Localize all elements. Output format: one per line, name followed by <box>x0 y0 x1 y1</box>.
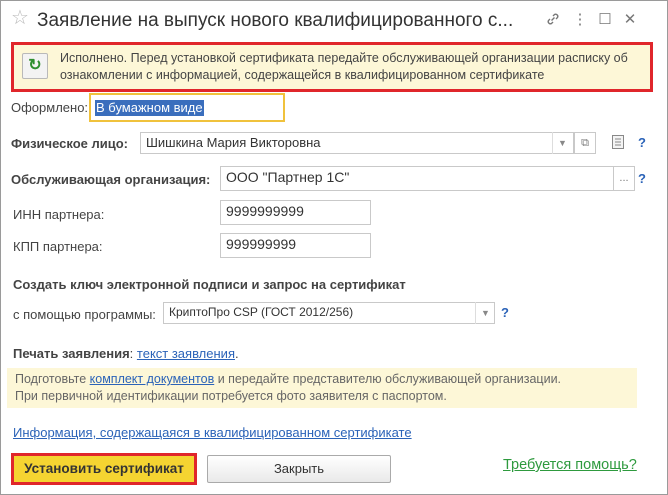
org-select-button[interactable]: ... <box>613 166 635 191</box>
program-value: КриптоПро CSP (ГОСТ 2012/256) <box>169 305 354 319</box>
org-value: ООО "Партнер 1С" <box>226 169 350 185</box>
note-line-1: Подготовьте комплект документов и переда… <box>15 371 637 388</box>
need-help-link[interactable]: Требуется помощь? <box>503 457 637 473</box>
chevron-down-icon: ▼ <box>558 138 567 148</box>
note-text-1: Подготовьте <box>15 372 90 386</box>
close-button[interactable]: Закрыть <box>207 455 391 483</box>
print-application-link[interactable]: текст заявления <box>137 346 235 361</box>
install-certificate-button[interactable]: Установить сертификат <box>11 453 197 485</box>
help-question-icon[interactable]: ? <box>501 305 509 320</box>
certificate-info-link[interactable]: Информация, содержащаяся в квалифицирова… <box>13 425 412 440</box>
document-icon[interactable] <box>611 134 625 150</box>
banner-text: Исполнено. Перед установкой сертификата … <box>60 51 628 82</box>
dialog-window: ☆ Заявление на выпуск нового квалифициро… <box>0 0 668 495</box>
open-icon: ⧉ <box>581 137 589 149</box>
more-icon[interactable]: ⋮ <box>571 11 589 29</box>
print-label: Печать заявления <box>13 346 130 361</box>
program-label: с помощью программы: <box>13 307 156 322</box>
maximize-icon[interactable]: ☐ <box>596 11 614 29</box>
print-dot: . <box>234 346 239 361</box>
documents-kit-link[interactable]: комплект документов <box>90 372 215 386</box>
program-select[interactable]: КриптоПро CSP (ГОСТ 2012/256) <box>163 302 495 324</box>
org-field[interactable]: ООО "Партнер 1С" <box>220 166 615 191</box>
window-title: Заявление на выпуск нового квалифицирова… <box>37 10 514 31</box>
refresh-icon: ↻ <box>28 57 42 74</box>
issued-value: В бумажном виде <box>95 100 204 116</box>
inn-field[interactable]: 9999999999 <box>220 200 371 225</box>
key-section-title: Создать ключ электронной подписи и запро… <box>13 277 406 292</box>
issued-label: Оформлено: <box>11 100 89 115</box>
ellipsis-icon: ... <box>619 172 629 184</box>
kpp-field[interactable]: 999999999 <box>220 233 371 258</box>
star-icon[interactable]: ☆ <box>11 8 29 28</box>
status-banner: ↻ Исполнено. Перед установкой сертификат… <box>11 42 653 92</box>
kpp-label: КПП партнера: <box>13 239 103 254</box>
documents-note: Подготовьте комплект документов и переда… <box>7 368 637 408</box>
print-row: Печать заявления: текст заявления. <box>13 346 239 361</box>
inn-value: 9999999999 <box>226 203 304 219</box>
chevron-down-icon: ▼ <box>481 308 490 318</box>
help-question-icon[interactable]: ? <box>638 171 646 186</box>
person-label: Физическое лицо: <box>11 136 129 151</box>
close-icon[interactable]: ✕ <box>621 11 639 29</box>
org-label: Обслуживающая организация: <box>11 172 211 187</box>
refresh-button[interactable]: ↻ <box>22 53 48 79</box>
note-line-2: При первичной идентификации потребуется … <box>15 389 447 403</box>
help-question-icon[interactable]: ? <box>638 135 646 150</box>
person-dropdown-button[interactable]: ▼ <box>552 132 572 154</box>
link-icon[interactable] <box>544 11 562 29</box>
print-colon: : <box>129 346 137 361</box>
person-field[interactable]: Шишкина Мария Викторовна <box>140 132 574 154</box>
program-dropdown-button[interactable]: ▼ <box>475 302 495 324</box>
person-value: Шишкина Мария Викторовна <box>146 135 321 150</box>
title-bar: ☆ Заявление на выпуск нового квалифициро… <box>1 1 667 39</box>
inn-label: ИНН партнера: <box>13 207 105 222</box>
issued-field[interactable]: В бумажном виде <box>89 93 285 122</box>
kpp-value: 999999999 <box>226 236 297 252</box>
note-text-2: и передайте представителю обслуживающей … <box>214 372 562 386</box>
person-open-button[interactable]: ⧉ <box>574 132 596 154</box>
